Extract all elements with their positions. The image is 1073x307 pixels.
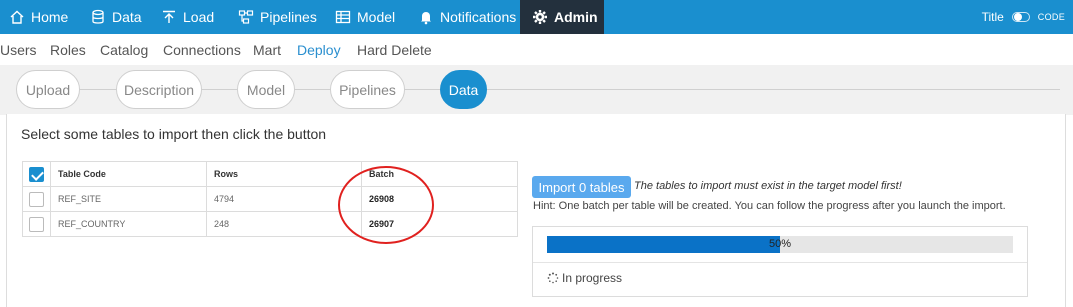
row-checkbox[interactable] [29, 216, 44, 232]
table-row[interactable]: REF_COUNTRY 248 26907 [22, 211, 518, 237]
table-header-row: Table Code Rows Batch [22, 161, 518, 187]
step-upload[interactable]: Upload [16, 70, 80, 109]
subnav-hard-delete[interactable]: Hard Delete [357, 42, 432, 58]
cell-rows: 4794 [206, 186, 362, 212]
nav-pipelines[interactable]: Pipelines [238, 0, 317, 34]
title-toggle-group: Title CODE [982, 0, 1065, 34]
spinner-icon [547, 272, 559, 284]
progress-divider [533, 262, 1027, 263]
model-icon [335, 9, 351, 25]
progress-panel: 50% In progress [532, 226, 1028, 297]
nav-load-label: Load [183, 9, 215, 25]
nav-data[interactable]: Data [90, 0, 142, 34]
nav-load[interactable]: Load [161, 0, 214, 34]
upload-icon [161, 9, 177, 25]
step-model[interactable]: Model [237, 70, 295, 109]
import-warning-note: The tables to import must exist in the t… [634, 180, 902, 192]
nav-notifications[interactable]: Notifications [418, 0, 516, 34]
tables-to-import: Table Code Rows Batch REF_SITE 4794 2690… [22, 161, 518, 237]
table-row[interactable]: REF_SITE 4794 26908 [22, 186, 518, 212]
select-all-cell [22, 161, 51, 187]
import-tables-button[interactable]: Import 0 tables [532, 176, 631, 198]
nav-home[interactable]: Home [9, 0, 68, 34]
import-hint: Hint: One batch per table will be create… [533, 200, 1006, 212]
database-icon [90, 9, 106, 25]
cell-table-code: REF_SITE [50, 186, 207, 212]
gear-icon [532, 9, 548, 25]
subnav-mart[interactable]: Mart [253, 42, 281, 58]
title-code-toggle[interactable] [1011, 12, 1030, 22]
status-text: In progress [562, 271, 623, 285]
progress-label: 50% [768, 238, 792, 250]
cell-rows: 248 [206, 211, 362, 237]
cell-table-code: REF_COUNTRY [50, 211, 207, 237]
top-navbar: Home Data Load Pipelines Model Notificat… [0, 0, 1073, 34]
subnav-deploy[interactable]: Deploy [297, 42, 341, 58]
title-toggle-label: Title [981, 10, 1004, 24]
nav-model[interactable]: Model [335, 0, 395, 34]
subnav-roles[interactable]: Roles [50, 42, 86, 58]
step-pipelines[interactable]: Pipelines [330, 70, 405, 109]
nav-notifications-label: Notifications [440, 9, 517, 25]
row-checkbox[interactable] [29, 191, 44, 207]
nav-data-label: Data [112, 9, 142, 25]
nav-admin[interactable]: Admin [520, 0, 604, 34]
nav-pipelines-label: Pipelines [260, 9, 317, 25]
pipeline-icon [238, 9, 254, 25]
home-icon [9, 9, 25, 25]
row-checkbox-cell [22, 186, 51, 212]
row-checkbox-cell [22, 211, 51, 237]
nav-admin-label: Admin [554, 9, 598, 25]
admin-subnav: Users Roles Catalog Connections Mart Dep… [0, 34, 1073, 65]
header-batch[interactable]: Batch [361, 161, 518, 187]
bell-icon [418, 9, 434, 25]
progress-bar: 50% [547, 236, 1013, 253]
instruction-text: Select some tables to import then click … [21, 126, 327, 142]
select-all-checkbox[interactable] [29, 166, 44, 182]
step-description[interactable]: Description [116, 70, 202, 109]
nav-home-label: Home [31, 9, 69, 25]
subnav-users[interactable]: Users [0, 42, 37, 58]
code-toggle-label: CODE [1037, 12, 1065, 22]
subnav-connections[interactable]: Connections [163, 42, 241, 58]
nav-model-label: Model [357, 9, 396, 25]
header-table-code[interactable]: Table Code [50, 161, 207, 187]
header-rows[interactable]: Rows [206, 161, 362, 187]
step-data[interactable]: Data [440, 70, 487, 109]
status-row: In progress [547, 271, 622, 285]
subnav-catalog[interactable]: Catalog [100, 42, 148, 58]
cell-batch: 26907 [361, 211, 518, 237]
cell-batch: 26908 [361, 186, 518, 212]
